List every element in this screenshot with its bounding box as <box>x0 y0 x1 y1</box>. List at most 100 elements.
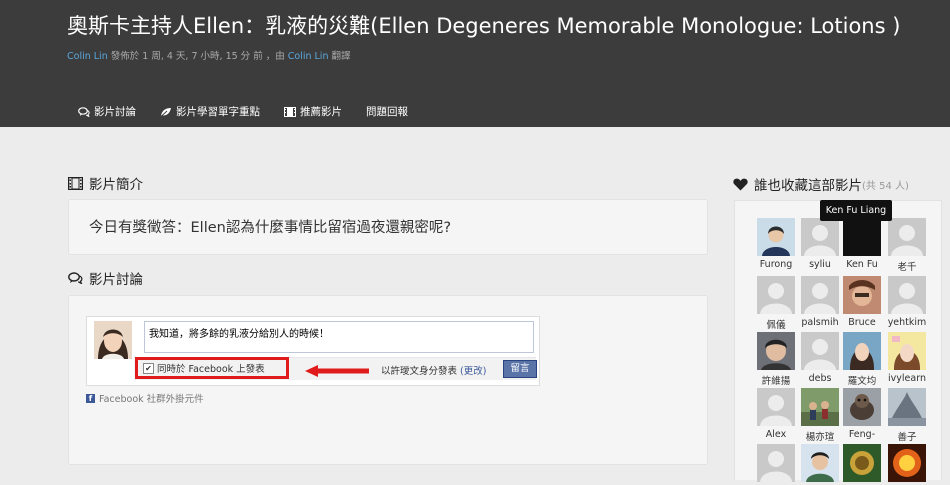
favorite-user[interactable]: Ken Fu <box>839 218 885 270</box>
favorites-heading: 誰也收藏這部影片 (共 54 人) <box>733 174 909 194</box>
video-nav: 影片討論 影片學習單字重點 推薦影片 問題回報 <box>78 104 408 119</box>
favorite-user[interactable]: Furong <box>753 218 799 270</box>
favorite-user[interactable]: palsmih <box>797 276 843 328</box>
comments-icon <box>78 106 90 117</box>
film-icon <box>284 106 296 117</box>
user-avatar <box>843 444 881 482</box>
user-name: Furong <box>759 259 793 270</box>
facebook-comment-box: 我知道，將多餘的乳液分給別人的時候！ ✔ 同時於 Facebook 上發表 以許… <box>86 316 540 386</box>
user-name: ivylearn <box>888 373 926 384</box>
facebook-icon: f <box>86 393 95 403</box>
user-name: palsmih <box>801 317 839 328</box>
nav-vocabulary-label: 影片學習單字重點 <box>176 106 260 118</box>
favorite-user[interactable]: 佩儀 <box>753 276 799 331</box>
user-avatar <box>888 444 926 482</box>
user-name: syliu <box>809 259 831 270</box>
favorite-user[interactable]: Alex <box>753 388 799 440</box>
heart-icon <box>733 178 748 191</box>
user-avatar <box>843 332 881 370</box>
favorite-user[interactable]: syliu <box>797 218 843 270</box>
user-name: 善子 <box>897 432 917 443</box>
user-name: debs <box>808 373 832 384</box>
user-tooltip: Ken Fu Liang <box>820 200 892 226</box>
favorites-heading-label: 誰也收藏這部影片 <box>754 178 862 194</box>
favorites-panel: Furong syliu Ken Fu 老千佩儀 palsmih Bruce yehtkim… <box>734 200 942 482</box>
user-avatar <box>801 276 839 314</box>
user-name: 羅文均 <box>847 376 877 387</box>
favorite-user[interactable]: Feng- <box>839 388 885 440</box>
nav-report-label: 問題回報 <box>366 106 408 118</box>
favorite-user[interactable]: yehtkim <box>884 276 930 328</box>
discussion-heading: 影片討論 <box>68 268 143 288</box>
user-avatar <box>801 332 839 370</box>
facebook-plugin-label[interactable]: f Facebook 社群外掛元件 <box>86 391 204 405</box>
post-to-facebook-option[interactable]: ✔ 同時於 Facebook 上發表 <box>143 361 265 375</box>
leaf-icon <box>160 107 172 117</box>
user-name: Bruce <box>848 317 876 328</box>
user-avatar <box>801 218 839 256</box>
user-name: 佩儀 <box>766 320 786 331</box>
discussion-panel: 我知道，將多餘的乳液分給別人的時候！ ✔ 同時於 Facebook 上發表 以許… <box>68 295 708 465</box>
user-name: Feng- <box>848 429 876 440</box>
nav-report[interactable]: 問題回報 <box>366 104 408 119</box>
post-to-facebook-checkbox[interactable]: ✔ <box>143 362 154 374</box>
translator-link[interactable]: Colin Lin <box>288 51 329 62</box>
page-header: 奧斯卡主持人Ellen：乳液的災難(Ellen Degeneres Memora… <box>0 0 950 127</box>
post-identity: 以許璦文身分發表 (更改) <box>381 363 486 377</box>
user-avatar <box>757 388 795 426</box>
user-name: Ken Fu <box>846 259 878 270</box>
user-avatar <box>843 218 881 256</box>
nav-vocabulary[interactable]: 影片學習單字重點 <box>160 104 260 119</box>
favorite-user[interactable]: 楊亦瑄 <box>797 388 843 443</box>
film-icon <box>68 176 83 190</box>
red-arrow-icon <box>305 362 369 381</box>
user-name: 許維揚 <box>761 376 791 387</box>
video-title: 奧斯卡主持人Ellen：乳液的災難(Ellen Degeneres Memora… <box>67 14 901 38</box>
user-name: Alex <box>765 429 787 440</box>
discussion-heading-label: 影片討論 <box>89 272 143 288</box>
user-avatar <box>757 444 795 482</box>
user-avatar <box>757 276 795 314</box>
posted-time: 發佈於 1 周, 4 天, 7 小時, 15 分 前 ，由 <box>107 51 288 62</box>
translated-suffix: 翻譯 <box>328 51 351 62</box>
user-avatar <box>888 276 926 314</box>
nav-discussion-label: 影片討論 <box>94 106 136 118</box>
nav-recommended-label: 推薦影片 <box>300 106 342 118</box>
post-meta: Colin Lin 發佈於 1 周, 4 天, 7 小時, 15 分 前 ，由 … <box>67 48 351 62</box>
favorite-user[interactable]: debs <box>797 332 843 384</box>
comment-input[interactable]: 我知道，將多餘的乳液分給別人的時候！ <box>144 321 534 353</box>
favorite-user[interactable]: ivylearn <box>884 332 930 384</box>
nav-recommended[interactable]: 推薦影片 <box>284 104 342 119</box>
intro-panel: 今日有獎徵答：Ellen認為什麼事情比留宿過夜還親密呢? <box>68 199 708 255</box>
intro-text: 今日有獎徵答：Ellen認為什麼事情比留宿過夜還親密呢? <box>89 220 452 236</box>
favorite-user[interactable]: 許維揚 <box>753 332 799 387</box>
user-avatar <box>801 388 839 426</box>
intro-heading: 影片簡介 <box>68 173 143 193</box>
favorites-count: (共 54 人) <box>862 180 909 192</box>
intro-heading-label: 影片簡介 <box>89 177 143 193</box>
author-link[interactable]: Colin Lin <box>67 51 108 62</box>
comments-icon <box>68 272 83 284</box>
favorite-user[interactable]: 老千 <box>884 218 930 273</box>
change-identity-link[interactable]: (更改) <box>460 366 486 377</box>
user-avatar <box>757 218 795 256</box>
user-avatar <box>843 388 881 426</box>
user-avatar <box>888 388 926 426</box>
favorite-user[interactable]: 羅文均 <box>839 332 885 387</box>
nav-discussion[interactable]: 影片討論 <box>78 104 136 119</box>
identity-text: 以許璦文身分發表 <box>381 366 458 377</box>
user-avatar <box>801 444 839 482</box>
user-name: 老千 <box>897 262 917 273</box>
user-avatar <box>843 276 881 314</box>
favorite-user[interactable]: Bruce <box>839 276 885 328</box>
user-name: yehtkim <box>887 317 927 328</box>
user-avatar <box>888 332 926 370</box>
user-avatar <box>888 218 926 256</box>
post-to-facebook-label: 同時於 Facebook 上發表 <box>157 364 265 375</box>
favorite-user[interactable]: 善子 <box>884 388 930 443</box>
user-name: 楊亦瑄 <box>805 432 835 443</box>
user-avatar <box>757 332 795 370</box>
avatar <box>94 321 132 359</box>
facebook-plugin-text: Facebook 社群外掛元件 <box>99 394 204 405</box>
post-comment-button[interactable]: 留言 <box>503 360 537 378</box>
